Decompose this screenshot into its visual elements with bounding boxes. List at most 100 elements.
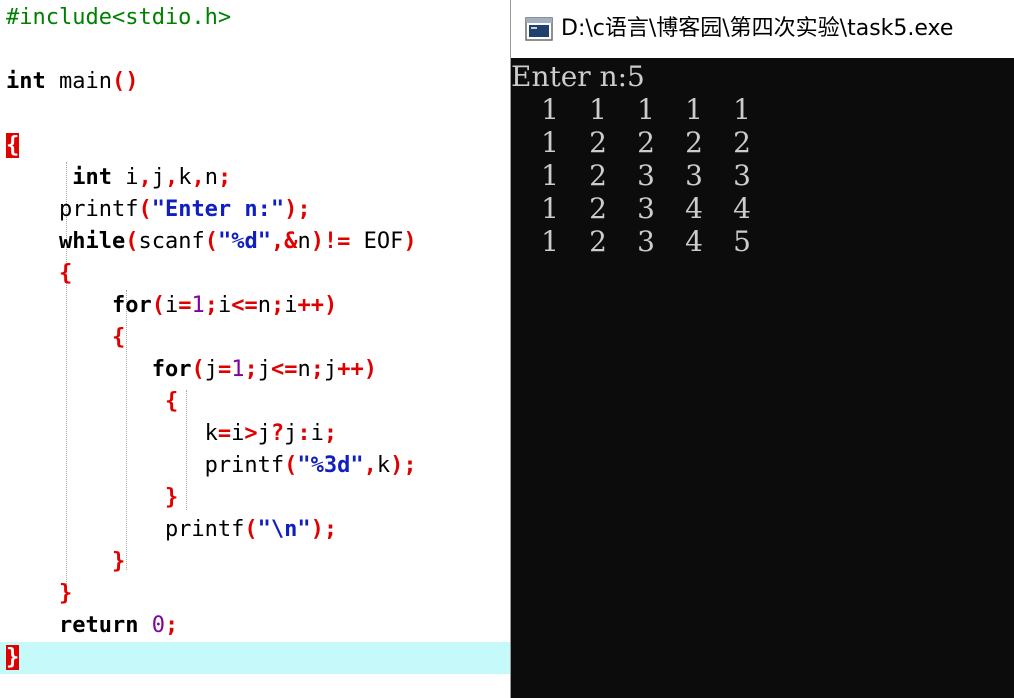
- code-operator: (): [111, 69, 139, 94]
- code-text: main: [45, 69, 112, 94]
- console-value: 2: [589, 225, 607, 258]
- code-text: n: [297, 229, 311, 254]
- console-value: 2: [589, 192, 607, 225]
- current-line-highlight: [0, 642, 510, 674]
- code-operator: (: [138, 197, 152, 222]
- code-operator: =: [178, 293, 192, 318]
- code-operator: ++): [297, 293, 338, 318]
- code-operator: (: [191, 357, 205, 382]
- console-value: 3: [637, 192, 655, 225]
- console-window[interactable]: D:\c语言\博客园\第四次实验\task5.exe Enter n:5 111…: [510, 0, 1014, 698]
- code-operator: }: [58, 581, 73, 606]
- code-text: printf: [6, 197, 139, 222]
- code-line: }: [6, 642, 20, 674]
- code-number: 1: [191, 293, 205, 318]
- console-prompt-line: Enter n:5: [511, 60, 645, 93]
- console-value: 3: [733, 159, 751, 192]
- code-line: }: [6, 578, 72, 610]
- code-text: j: [257, 421, 271, 446]
- console-window-icon: [525, 17, 553, 41]
- code-text: j: [257, 357, 271, 382]
- code-text: i: [310, 421, 324, 446]
- code-line: for(i=1;i<=n;i++): [6, 290, 337, 322]
- code-text: n: [257, 293, 271, 318]
- code-operator: (: [151, 293, 165, 318]
- code-text: k: [178, 165, 192, 190]
- code-operator: ;: [270, 293, 285, 318]
- console-value: 1: [541, 126, 559, 159]
- code-line: }: [6, 482, 178, 514]
- code-keyword: while: [58, 229, 126, 254]
- code-text: j: [151, 165, 165, 190]
- console-value: 3: [685, 159, 703, 192]
- console-value: 2: [733, 126, 751, 159]
- code-operator: ?: [270, 421, 285, 446]
- code-line: {: [6, 130, 20, 162]
- code-string: "\n": [257, 517, 311, 542]
- code-keyword: int: [6, 69, 46, 94]
- code-operator: ;: [164, 613, 179, 638]
- code-text: i: [164, 293, 179, 318]
- console-value: 1: [541, 192, 559, 225]
- console-value: 1: [685, 93, 703, 126]
- console-value: 1: [541, 159, 559, 192]
- code-operator: }: [164, 485, 179, 510]
- console-output[interactable]: Enter n:5 1111112222123331234412345: [511, 58, 1014, 698]
- code-text: i: [231, 421, 245, 446]
- code-keyword: int: [72, 165, 112, 190]
- code-line: int main(): [6, 66, 138, 98]
- console-value: 1: [541, 225, 559, 258]
- console-value: 4: [685, 192, 703, 225]
- code-text: printf: [6, 453, 285, 478]
- window-title: D:\c语言\博客园\第四次实验\task5.exe: [561, 16, 954, 41]
- code-text: k: [376, 453, 391, 478]
- code-line: for(j=1;j<=n;j++): [6, 354, 377, 386]
- code-text: i: [111, 165, 139, 190]
- code-operator: :: [297, 421, 311, 446]
- code-keyword: for: [111, 293, 152, 318]
- code-operator: );: [310, 517, 338, 542]
- code-line: }: [6, 546, 125, 578]
- console-value: 4: [733, 192, 751, 225]
- code-string: "%3d": [297, 453, 364, 478]
- console-value: 5: [733, 225, 751, 258]
- code-operator: {: [111, 325, 126, 350]
- code-operator: ,&: [270, 229, 298, 254]
- code-operator: >: [244, 421, 258, 446]
- window-titlebar[interactable]: D:\c语言\博客园\第四次实验\task5.exe: [511, 0, 1014, 58]
- code-operator: <=: [231, 293, 258, 318]
- matched-brace: {: [6, 133, 20, 158]
- code-line: #include<stdio.h>: [6, 2, 231, 34]
- code-keyword: return: [58, 613, 139, 638]
- console-output-row: 12345: [511, 225, 1014, 258]
- code-text: j: [204, 357, 218, 382]
- code-text: j: [284, 421, 298, 446]
- console-value: 1: [733, 93, 751, 126]
- code-string: "%d": [217, 229, 271, 254]
- console-value: 1: [589, 93, 607, 126]
- code-text: k: [6, 421, 218, 446]
- code-number: 1: [231, 357, 245, 382]
- code-line: {: [6, 322, 125, 354]
- console-value: 2: [589, 126, 607, 159]
- code-operator: (: [125, 229, 139, 254]
- code-text: scanf: [138, 229, 205, 254]
- code-operator: {: [58, 261, 73, 286]
- console-output-row: 12222: [511, 126, 1014, 159]
- console-value: 2: [637, 126, 655, 159]
- code-string: "Enter n:": [151, 197, 285, 222]
- code-line: printf("\n");: [6, 514, 337, 546]
- matched-brace: }: [6, 645, 20, 670]
- code-text: printf: [6, 517, 245, 542]
- code-line: {: [6, 258, 72, 290]
- code-operator: );: [390, 453, 417, 478]
- code-operator: ;: [323, 421, 338, 446]
- code-editor[interactable]: #include<stdio.h> int main(){ int i,j,k,n…: [0, 0, 510, 698]
- code-text: n: [204, 165, 218, 190]
